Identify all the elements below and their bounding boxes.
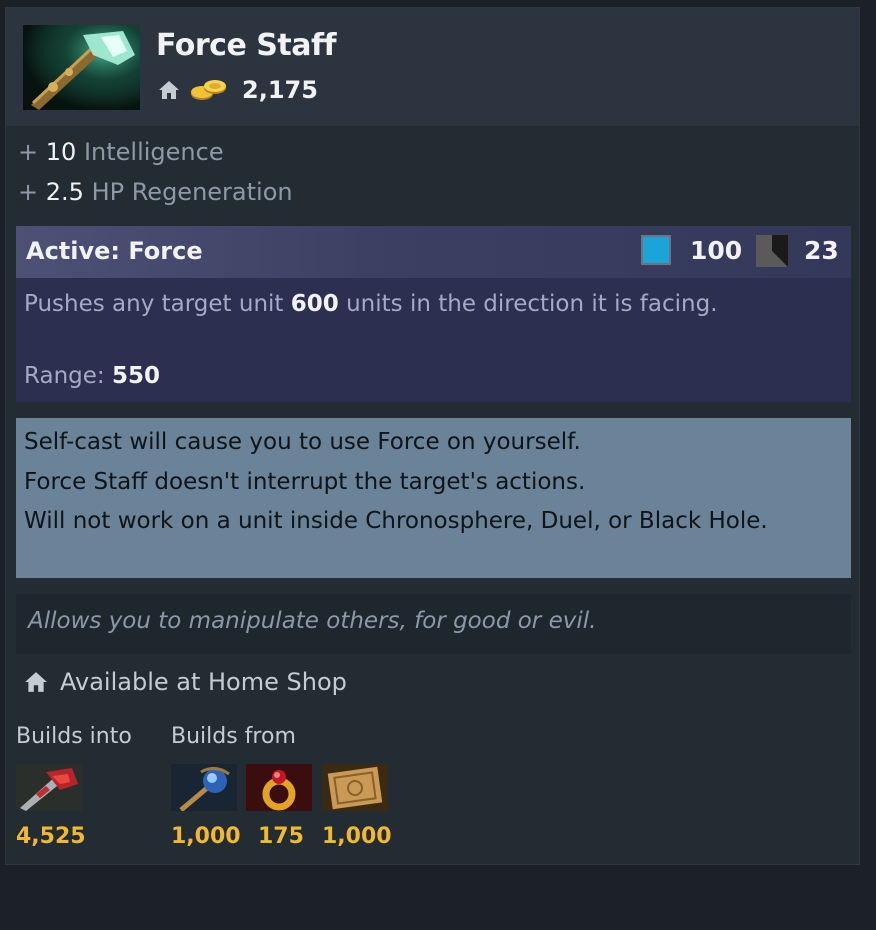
- home-icon: [159, 81, 179, 99]
- stat-hp-regeneration: + 2.5 HP Regeneration: [18, 172, 293, 212]
- lore-text: Allows you to manipulate others, for goo…: [28, 608, 597, 634]
- tooltip-header: Force Staff 2,175: [6, 8, 859, 126]
- ability-range: Range: 550: [24, 360, 160, 392]
- note-item: Self-cast will cause you to use Force on…: [24, 429, 581, 455]
- desc-text: units in the direction it is facing.: [338, 291, 718, 317]
- cooldown-value: 23: [804, 236, 839, 265]
- hurricane-pike-icon[interactable]: [16, 764, 82, 811]
- home-icon: [25, 672, 47, 692]
- notes-box: Self-cast will cause you to use Force on…: [16, 418, 851, 578]
- item-name: Force Staff: [156, 28, 337, 63]
- stat-label: Intelligence: [83, 138, 224, 166]
- shop-availability: Available at Home Shop: [24, 664, 347, 700]
- note-item: Will not work on a unit inside Chronosph…: [24, 508, 768, 534]
- force-staff-icon: [23, 25, 140, 110]
- builds-from-price: 175: [258, 824, 304, 849]
- stat-intelligence: + 10 Intelligence: [18, 132, 293, 172]
- cooldown-icon: [756, 235, 788, 267]
- builds-from-price: 1,000: [171, 824, 241, 849]
- builds-into-label: Builds into: [16, 724, 132, 749]
- builds-from-label: Builds from: [171, 724, 296, 749]
- desc-text: Pushes any target unit: [24, 291, 291, 317]
- active-ability-title: Active: Force: [26, 237, 203, 265]
- gold-coins-icon: [191, 80, 226, 100]
- builds-from-price: 1,000: [322, 824, 392, 849]
- item-tooltip: Force Staff 2,175 + 10 Intelligence + 2.…: [5, 7, 860, 865]
- item-cost: 2,175: [158, 74, 318, 106]
- range-value: 550: [111, 363, 160, 389]
- active-ability-description: Pushes any target unit 600 units in the …: [24, 288, 844, 320]
- ring-of-regen-icon[interactable]: [246, 764, 312, 811]
- note-item: Force Staff doesn't interrupt the target…: [24, 469, 586, 495]
- range-label: Range:: [24, 363, 112, 389]
- recipe-scroll-icon[interactable]: [322, 764, 388, 811]
- lore-box: Allows you to manipulate others, for goo…: [16, 594, 851, 654]
- stat-prefix: +: [18, 138, 39, 166]
- stat-label: HP Regeneration: [91, 178, 293, 206]
- availability-text: Available at Home Shop: [60, 668, 347, 696]
- stat-value: 10: [45, 138, 77, 166]
- push-distance-value: 600: [290, 291, 339, 317]
- builds-into-price: 4,525: [16, 824, 86, 849]
- staff-of-wizardry-icon[interactable]: [171, 764, 237, 811]
- active-ability-header: Active: Force 100 23: [16, 226, 851, 278]
- stat-value: 2.5: [45, 178, 84, 206]
- stat-prefix: +: [18, 178, 39, 206]
- mana-cost-value: 100: [690, 236, 743, 265]
- active-ability-box: Active: Force 100 23 Pushes any target u…: [16, 226, 851, 402]
- cost-value: 2,175: [242, 76, 318, 104]
- stat-list: + 10 Intelligence + 2.5 HP Regeneration: [18, 132, 293, 212]
- mana-icon: [641, 235, 671, 265]
